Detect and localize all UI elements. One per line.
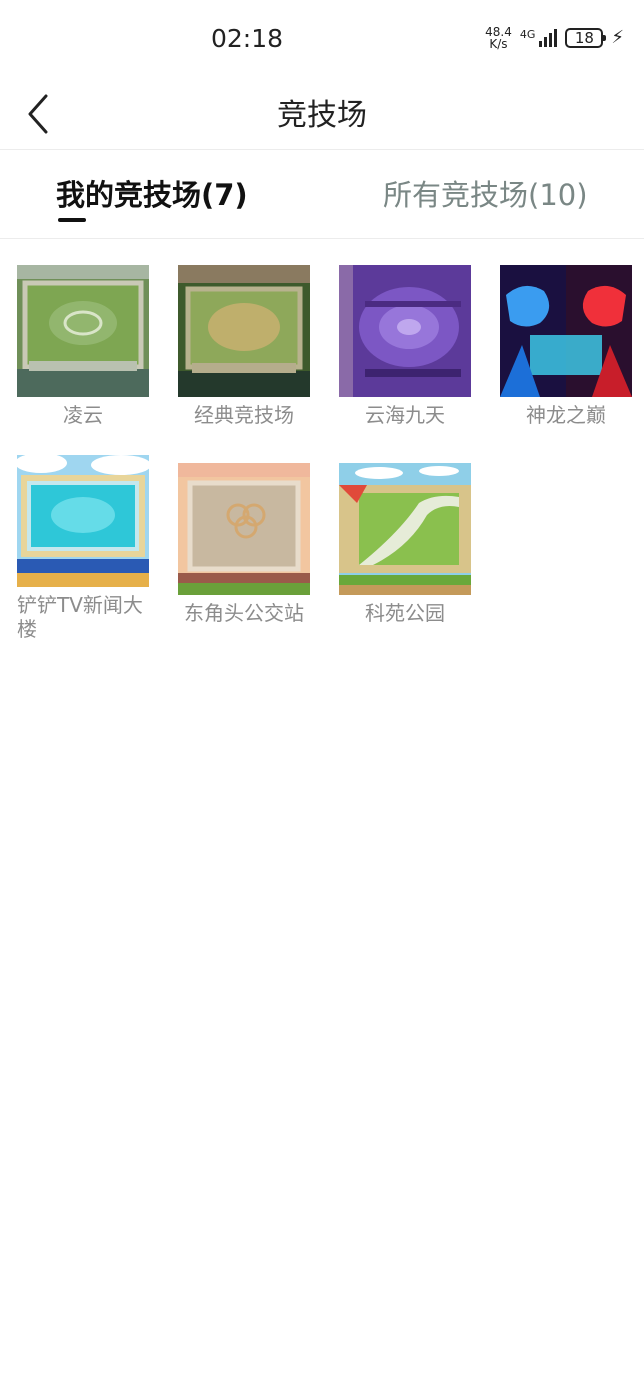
arena-thumbnail — [500, 265, 632, 397]
tabs-divider — [0, 238, 644, 239]
battery-level: 18 — [574, 29, 594, 47]
tab-bar: 我的竞技场(7) 所有竞技场(10) — [0, 150, 644, 238]
status-time: 02:18 — [210, 24, 284, 53]
status-icons: 48.4 K/s 4G 18 ⚡ — [485, 26, 624, 50]
arena-thumbnail — [178, 265, 310, 397]
page-title: 竞技场 — [277, 98, 367, 133]
network-speed-unit: K/s — [489, 37, 508, 51]
arena-thumbnail — [17, 455, 149, 587]
network-type: 4G — [519, 28, 536, 41]
arena-item[interactable]: 东角头公交站 — [178, 463, 310, 625]
arena-name: 东角头公交站 — [184, 601, 304, 625]
arena-thumbnail — [17, 265, 149, 397]
arena-item[interactable]: 经典竞技场 — [178, 265, 310, 427]
arena-item[interactable]: 神龙之巅 — [500, 265, 632, 427]
arena-item[interactable]: 云海九天 — [339, 265, 471, 427]
arena-thumbnail — [178, 463, 310, 595]
header: 竞技场 — [0, 80, 644, 150]
arena-item[interactable]: 铲铲TV新闻大楼 — [17, 455, 149, 641]
active-tab-indicator — [58, 218, 86, 222]
arena-name: 铲铲TV新闻大楼 — [17, 593, 143, 641]
arena-name: 云海九天 — [365, 403, 445, 427]
arena-thumbnail — [339, 265, 471, 397]
signal-icon: 4G — [520, 29, 558, 47]
arena-item[interactable]: 科苑公园 — [339, 463, 471, 625]
battery-icon: 18 — [565, 28, 607, 48]
arena-thumbnail — [339, 463, 471, 595]
tab-my-arenas[interactable]: 我的竞技场(7) — [56, 172, 248, 214]
arena-item[interactable]: 凌云 — [17, 265, 149, 427]
charging-icon: ⚡ — [611, 27, 624, 48]
arena-name: 科苑公园 — [365, 601, 445, 625]
tab-all-arenas[interactable]: 所有竞技场(10) — [383, 172, 588, 214]
arena-name: 经典竞技场 — [194, 403, 294, 427]
network-speed: 48.4 K/s — [485, 26, 512, 50]
status-bar: 02:18 48.4 K/s 4G 18 ⚡ — [0, 0, 644, 80]
arena-name: 神龙之巅 — [526, 403, 606, 427]
arena-name: 凌云 — [63, 403, 103, 427]
